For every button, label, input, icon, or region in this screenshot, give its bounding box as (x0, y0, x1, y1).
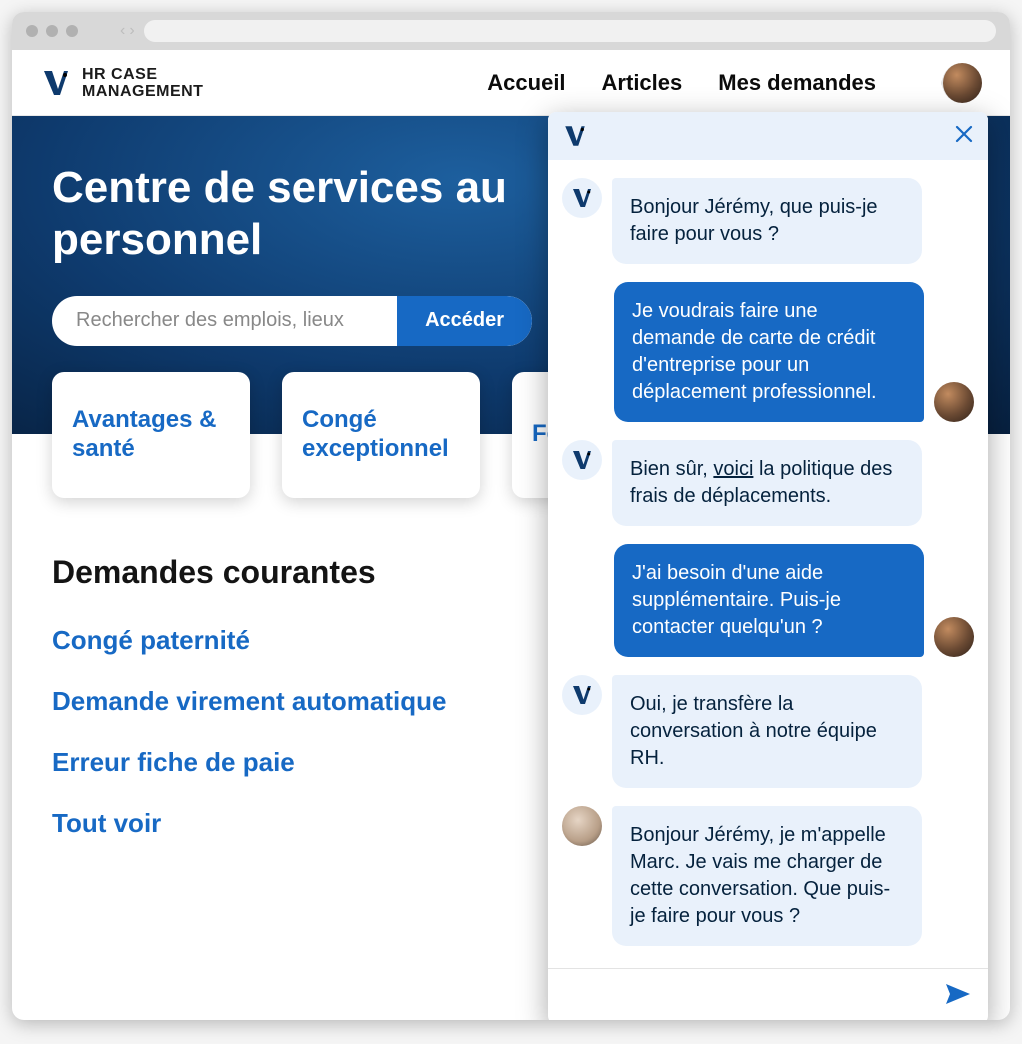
chat-bubble: Bien sûr, voici la politique des frais d… (612, 440, 922, 526)
bot-avatar-icon (562, 440, 602, 480)
chat-message-bot: Bonjour Jérémy, que puis-je faire pour v… (562, 178, 974, 264)
category-card-leave[interactable]: Congé exceptionnel (282, 372, 480, 498)
window-control-dot[interactable] (26, 25, 38, 37)
chat-input-row (548, 968, 988, 1020)
browser-window: ‹ › HR CASE MANAGEMENT Accueil Articles … (12, 12, 1010, 1020)
browser-chrome: ‹ › (12, 12, 1010, 50)
nav-link-articles[interactable]: Articles (602, 70, 683, 96)
app-header: HR CASE MANAGEMENT Accueil Articles Mes … (12, 50, 1010, 116)
nav-link-home[interactable]: Accueil (487, 70, 565, 96)
chat-bubble: Bonjour Jérémy, que puis-je faire pour v… (612, 178, 922, 264)
chat-bubble: Bonjour Jérémy, je m'appelle Marc. Je va… (612, 806, 922, 946)
chat-body: Bonjour Jérémy, que puis-je faire pour v… (548, 160, 988, 968)
forward-icon[interactable]: › (129, 22, 134, 40)
user-avatar-icon (934, 382, 974, 422)
window-control-dot[interactable] (46, 25, 58, 37)
category-card-benefits[interactable]: Avantages & santé (52, 372, 250, 498)
back-icon[interactable]: ‹ (120, 22, 125, 40)
chat-text-input[interactable] (564, 986, 944, 1007)
chat-bubble: J'ai besoin d'une aide supplémentaire. P… (614, 544, 924, 657)
chat-message-user: Je voudrais faire une demande de carte d… (562, 282, 974, 422)
top-nav: Accueil Articles Mes demandes (487, 63, 982, 103)
chat-bubble: Oui, je transfère la conversation à notr… (612, 675, 922, 788)
chat-send-button[interactable] (944, 982, 972, 1011)
chat-bubble: Je voudrais faire une demande de carte d… (614, 282, 924, 422)
policy-link[interactable]: voici (713, 458, 753, 480)
send-icon (944, 982, 972, 1006)
chat-message-bot: Oui, je transfère la conversation à notr… (562, 675, 974, 788)
bot-avatar-icon (562, 675, 602, 715)
chat-message-bot: Bien sûr, voici la politique des frais d… (562, 440, 974, 526)
chat-close-button[interactable] (954, 124, 974, 149)
search-go-button[interactable]: Accéder (397, 296, 532, 346)
browser-urlbar[interactable] (144, 20, 996, 42)
chat-message-user: J'ai besoin d'une aide supplémentaire. P… (562, 544, 974, 657)
close-icon (954, 124, 974, 144)
chat-brand-icon (562, 123, 588, 149)
chat-header (548, 112, 988, 160)
chat-message-agent: Bonjour Jérémy, je m'appelle Marc. Je va… (562, 806, 974, 946)
bot-avatar-icon (562, 178, 602, 218)
window-control-dot[interactable] (66, 25, 78, 37)
brand-logo-icon (40, 67, 72, 99)
chat-panel: Bonjour Jérémy, que puis-je faire pour v… (548, 112, 988, 1020)
user-avatar-icon (934, 617, 974, 657)
hero-search: Accéder (52, 296, 532, 346)
nav-link-requests[interactable]: Mes demandes (718, 70, 876, 96)
user-avatar[interactable] (942, 63, 982, 103)
browser-nav-arrows: ‹ › (120, 22, 135, 40)
search-input[interactable] (52, 309, 397, 332)
brand-name: HR CASE MANAGEMENT (82, 66, 203, 100)
agent-avatar-icon (562, 806, 602, 846)
